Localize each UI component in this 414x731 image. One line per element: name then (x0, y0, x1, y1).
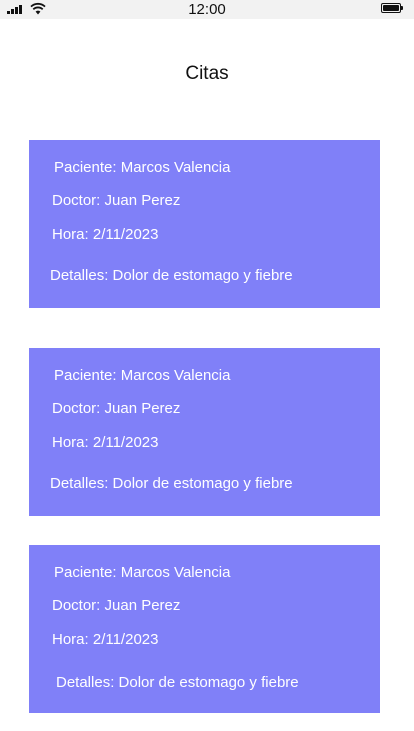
status-bar: 12:00 (0, 0, 414, 19)
appointment-details: Detalles: Dolor de estomago y fiebre (50, 475, 293, 492)
appointment-patient: Paciente: Marcos Valencia (54, 564, 231, 581)
appointment-time: Hora: 2/11/2023 (52, 434, 159, 451)
appointment-patient: Paciente: Marcos Valencia (54, 159, 231, 176)
appointment-card[interactable]: Paciente: Marcos Valencia Doctor: Juan P… (29, 140, 380, 308)
appointment-doctor: Doctor: Juan Perez (52, 400, 181, 417)
appointment-card[interactable]: Paciente: Marcos Valencia Doctor: Juan P… (29, 545, 380, 713)
appointment-details: Detalles: Dolor de estomago y fiebre (50, 267, 293, 284)
appointment-time: Hora: 2/11/2023 (52, 631, 159, 648)
battery-level-fill (383, 5, 399, 11)
appointment-card[interactable]: Paciente: Marcos Valencia Doctor: Juan P… (29, 348, 380, 516)
appointment-doctor: Doctor: Juan Perez (52, 597, 181, 614)
page-title: Citas (185, 63, 229, 84)
appointment-details: Detalles: Dolor de estomago y fiebre (56, 674, 299, 691)
appointment-patient: Paciente: Marcos Valencia (54, 367, 231, 384)
appointment-doctor: Doctor: Juan Perez (52, 192, 181, 209)
status-time: 12:00 (188, 1, 226, 18)
battery-icon (381, 3, 403, 13)
appointment-time: Hora: 2/11/2023 (52, 226, 159, 243)
